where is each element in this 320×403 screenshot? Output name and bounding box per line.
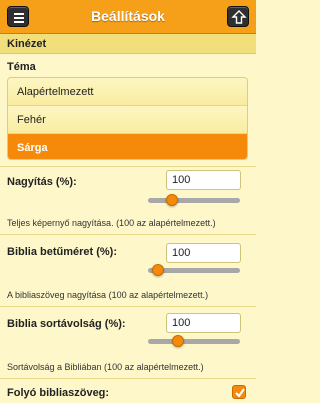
divider — [0, 234, 256, 235]
checkmark-icon — [235, 388, 245, 398]
flowing-text-label: Folyó bibliaszöveg: — [7, 387, 110, 399]
line-spacing-slider-thumb[interactable] — [172, 335, 184, 347]
theme-list: Alapértelmezett Fehér Sárga — [7, 77, 248, 160]
theme-option-white[interactable]: Fehér — [8, 106, 247, 134]
divider — [0, 378, 256, 379]
page-title: Beállítások — [91, 8, 165, 24]
section-header: Kinézet — [0, 34, 256, 54]
line-spacing-input[interactable]: 100 — [166, 313, 241, 333]
font-size-slider[interactable] — [148, 264, 240, 276]
font-size-slider-thumb[interactable] — [152, 264, 164, 276]
menu-button[interactable] — [7, 6, 29, 27]
zoom-slider-thumb[interactable] — [165, 194, 178, 206]
font-size-label: Biblia betűméret (%): — [7, 246, 118, 258]
line-spacing-slider[interactable] — [148, 335, 240, 347]
app-header: Beállítások — [0, 0, 256, 34]
arrow-up-icon — [231, 10, 247, 24]
theme-option-yellow[interactable]: Sárga — [8, 134, 247, 159]
theme-option-default[interactable]: Alapértelmezett — [8, 78, 247, 106]
divider — [0, 166, 256, 167]
font-size-description: A bibliaszöveg nagyítása (100 az alapért… — [7, 290, 209, 300]
up-button[interactable] — [227, 6, 249, 27]
line-spacing-label: Biblia sortávolság (%): — [7, 318, 126, 330]
font-size-input[interactable]: 100 — [166, 243, 241, 263]
theme-label: Téma — [7, 61, 36, 73]
divider — [0, 306, 256, 307]
zoom-label: Nagyítás (%): — [7, 176, 77, 188]
flowing-text-checkbox[interactable] — [232, 385, 246, 399]
zoom-description: Teljes képernyő nagyítása. (100 az alapé… — [7, 218, 216, 228]
zoom-slider[interactable] — [148, 194, 240, 206]
zoom-input[interactable]: 100 — [166, 170, 241, 190]
menu-icon — [14, 13, 24, 23]
line-spacing-description: Sortávolság a Bibliában (100 az alapérte… — [7, 362, 204, 372]
